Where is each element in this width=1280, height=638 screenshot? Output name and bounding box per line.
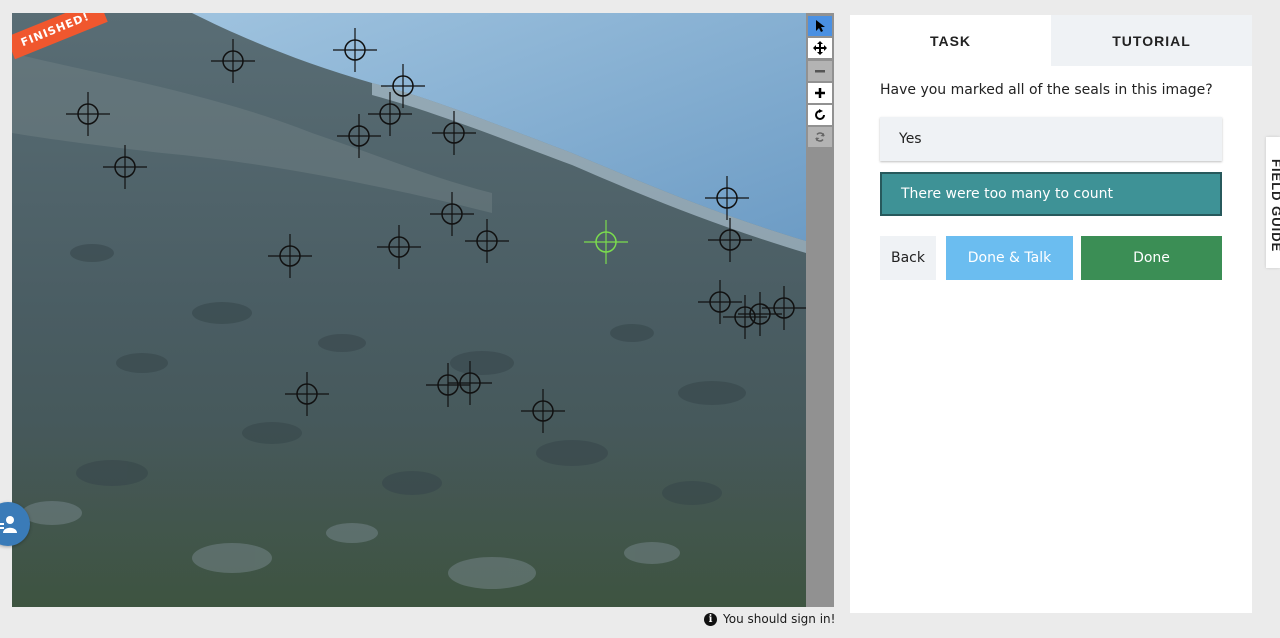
- active-seal-mark[interactable]: [584, 220, 628, 264]
- seal-mark[interactable]: [103, 145, 147, 189]
- crosshair-icon: [584, 220, 628, 264]
- crosshair-icon: [377, 225, 421, 269]
- reset-icon: [815, 132, 825, 142]
- subject-viewer[interactable]: FINISHED!: [12, 13, 806, 607]
- answer-label: Yes: [899, 131, 922, 147]
- task-question: Have you marked all of the seals in this…: [880, 82, 1213, 98]
- reset-button[interactable]: [808, 127, 832, 147]
- crosshair-icon: [333, 28, 377, 72]
- zoom-in-button[interactable]: [808, 83, 832, 103]
- answer-yes[interactable]: Yes: [880, 117, 1222, 161]
- sign-in-text: You should sign in!: [723, 612, 836, 626]
- task-panel: TASK TUTORIAL Have you marked all of the…: [850, 15, 1252, 613]
- pointer-icon: [816, 20, 825, 32]
- crosshair-icon: [268, 234, 312, 278]
- seal-mark[interactable]: [211, 39, 255, 83]
- done-and-talk-button[interactable]: Done & Talk: [946, 236, 1073, 280]
- move-icon: [813, 41, 827, 55]
- crosshair-icon: [762, 286, 806, 330]
- crosshair-icon: [66, 92, 110, 136]
- tab-tutorial[interactable]: TUTORIAL: [1051, 15, 1252, 66]
- crosshair-icon: [337, 114, 381, 158]
- crosshair-icon: [708, 218, 752, 262]
- seal-mark[interactable]: [333, 28, 377, 72]
- marks-layer[interactable]: [12, 13, 806, 607]
- viewer-toolbar: [806, 13, 834, 607]
- seal-mark[interactable]: [762, 286, 806, 330]
- crosshair-icon: [465, 219, 509, 263]
- field-guide-label: FIELD GUIDE: [1269, 159, 1280, 253]
- zoom-out-button[interactable]: [808, 61, 832, 81]
- seal-mark[interactable]: [377, 225, 421, 269]
- zoom-in-icon: [815, 88, 825, 98]
- crosshair-icon: [448, 361, 492, 405]
- crosshair-icon: [705, 176, 749, 220]
- seal-mark[interactable]: [268, 234, 312, 278]
- info-icon: i: [704, 612, 717, 626]
- zoom-out-icon: [815, 70, 825, 73]
- done-button[interactable]: Done: [1081, 236, 1222, 280]
- crosshair-icon: [521, 389, 565, 433]
- crosshair-icon: [285, 372, 329, 416]
- panel-tabs: TASK TUTORIAL: [850, 15, 1252, 66]
- field-guide-tab[interactable]: FIELD GUIDE: [1266, 137, 1280, 268]
- seal-mark[interactable]: [448, 361, 492, 405]
- crosshair-icon: [103, 145, 147, 189]
- tab-task[interactable]: TASK: [850, 15, 1051, 66]
- seal-mark[interactable]: [465, 219, 509, 263]
- seal-mark[interactable]: [708, 218, 752, 262]
- seal-mark[interactable]: [432, 111, 476, 155]
- pointer-tool-button[interactable]: [808, 16, 832, 36]
- seal-mark[interactable]: [705, 176, 749, 220]
- seal-mark[interactable]: [66, 92, 110, 136]
- crosshair-icon: [432, 111, 476, 155]
- move-tool-button[interactable]: [808, 38, 832, 58]
- rotate-button[interactable]: [808, 105, 832, 125]
- rotate-icon: [815, 109, 825, 120]
- answer-label: There were too many to count: [901, 186, 1114, 202]
- user-badge-icon: [0, 516, 17, 533]
- seal-mark[interactable]: [521, 389, 565, 433]
- back-button[interactable]: Back: [880, 236, 936, 280]
- seal-mark[interactable]: [337, 114, 381, 158]
- sign-in-notice[interactable]: i You should sign in!: [704, 610, 835, 628]
- seal-mark[interactable]: [285, 372, 329, 416]
- answer-too-many[interactable]: There were too many to count: [880, 172, 1222, 216]
- crosshair-icon: [211, 39, 255, 83]
